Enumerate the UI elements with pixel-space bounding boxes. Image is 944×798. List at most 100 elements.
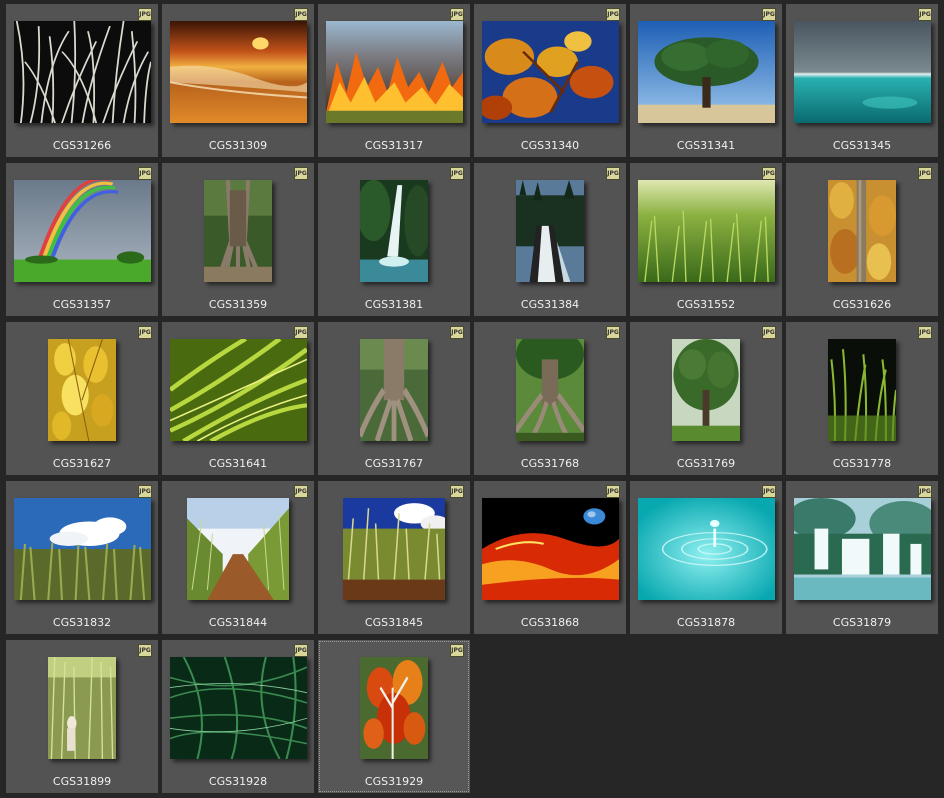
thumbnail-cell[interactable]: JPG CGS31626 bbox=[786, 163, 938, 316]
thumb-ocean bbox=[794, 21, 931, 123]
thumb-green-tree bbox=[672, 339, 740, 441]
thumbnail-cell[interactable]: JPG CGS31359 bbox=[162, 163, 314, 316]
thumb-waterfall-forest bbox=[516, 180, 584, 282]
thumb-lone-tree bbox=[638, 21, 775, 123]
thumb-roots-tree bbox=[516, 339, 584, 441]
thumb-water-drop bbox=[638, 498, 775, 600]
thumbnail-cell[interactable]: JPG CGS31641 bbox=[162, 322, 314, 475]
jpg-badge-icon: JPG bbox=[606, 326, 620, 339]
thumb-green-grass bbox=[638, 180, 775, 282]
thumbnail-label: CGS31345 bbox=[832, 139, 892, 152]
jpg-badge-icon: JPG bbox=[450, 167, 464, 180]
jpg-badge-icon: JPG bbox=[606, 485, 620, 498]
thumbnail-label: CGS31266 bbox=[52, 139, 112, 152]
jpg-badge-icon: JPG bbox=[450, 8, 464, 21]
thumbnail-cell[interactable]: JPG CGS31929 bbox=[318, 640, 470, 793]
thumbnail-label: CGS31381 bbox=[364, 298, 424, 311]
jpg-badge-icon: JPG bbox=[606, 8, 620, 21]
jpg-badge-icon: JPG bbox=[762, 167, 776, 180]
thumbnail-cell[interactable]: JPG CGS31345 bbox=[786, 4, 938, 157]
thumb-roots bbox=[360, 339, 428, 441]
thumbnail-label: CGS31768 bbox=[520, 457, 580, 470]
jpg-badge-icon: JPG bbox=[762, 485, 776, 498]
thumbnail-label: CGS31340 bbox=[520, 139, 580, 152]
jpg-badge-icon: JPG bbox=[138, 8, 152, 21]
thumbnail-cell[interactable]: JPG CGS31384 bbox=[474, 163, 626, 316]
jpg-badge-icon: JPG bbox=[918, 8, 932, 21]
thumb-dark-grass bbox=[828, 339, 896, 441]
jpg-badge-icon: JPG bbox=[294, 485, 308, 498]
thumb-cascade bbox=[794, 498, 931, 600]
thumbnail-label: CGS31879 bbox=[832, 616, 892, 629]
thumb-cane-sky bbox=[14, 498, 151, 600]
thumb-cane-blue bbox=[343, 498, 445, 600]
thumb-yellow-leaves bbox=[48, 339, 116, 441]
thumbnail-label: CGS31928 bbox=[208, 775, 268, 788]
thumbnail-cell[interactable]: JPG CGS31769 bbox=[630, 322, 782, 475]
thumb-autumn-leaves bbox=[482, 21, 619, 123]
thumbnail-label: CGS31317 bbox=[364, 139, 424, 152]
thumbnail-cell[interactable]: JPG CGS31845 bbox=[318, 481, 470, 634]
thumb-grass-blades bbox=[170, 339, 307, 441]
jpg-badge-icon: JPG bbox=[450, 485, 464, 498]
jpg-badge-icon: JPG bbox=[294, 644, 308, 657]
thumbnail-cell[interactable]: JPG CGS31899 bbox=[6, 640, 158, 793]
thumbnail-cell[interactable]: JPG CGS31309 bbox=[162, 4, 314, 157]
thumbnail-label: CGS31641 bbox=[208, 457, 268, 470]
thumb-grass-white bbox=[14, 21, 151, 123]
jpg-badge-icon: JPG bbox=[138, 485, 152, 498]
jpg-badge-icon: JPG bbox=[294, 167, 308, 180]
thumbnail-label: CGS31309 bbox=[208, 139, 268, 152]
jpg-badge-icon: JPG bbox=[606, 167, 620, 180]
thumbnail-label: CGS31626 bbox=[832, 298, 892, 311]
thumbnail-cell[interactable]: JPG CGS31778 bbox=[786, 322, 938, 475]
thumbnail-cell[interactable]: JPG CGS31868 bbox=[474, 481, 626, 634]
thumbnail-cell[interactable]: JPG CGS31552 bbox=[630, 163, 782, 316]
jpg-badge-icon: JPG bbox=[762, 326, 776, 339]
thumbnail-label: CGS31868 bbox=[520, 616, 580, 629]
jpg-badge-icon: JPG bbox=[450, 644, 464, 657]
thumbnail-cell[interactable]: JPG CGS31768 bbox=[474, 322, 626, 475]
thumbnail-label: CGS31899 bbox=[52, 775, 112, 788]
jpg-badge-icon: JPG bbox=[138, 644, 152, 657]
thumb-lava-planet bbox=[482, 498, 619, 600]
thumbnail-label: CGS31878 bbox=[676, 616, 736, 629]
thumbnail-cell[interactable]: JPG CGS31832 bbox=[6, 481, 158, 634]
jpg-badge-icon: JPG bbox=[918, 326, 932, 339]
thumbnail-label: CGS31845 bbox=[364, 616, 424, 629]
thumbnail-cell[interactable]: JPG CGS31266 bbox=[6, 4, 158, 157]
thumbnail-cell[interactable]: JPG CGS31341 bbox=[630, 4, 782, 157]
thumbnail-label: CGS31552 bbox=[676, 298, 736, 311]
thumbnail-label: CGS31778 bbox=[832, 457, 892, 470]
thumbnail-cell[interactable]: JPG CGS31844 bbox=[162, 481, 314, 634]
thumbnail-label: CGS31357 bbox=[52, 298, 112, 311]
thumbnail-cell[interactable]: JPG CGS31357 bbox=[6, 163, 158, 316]
jpg-badge-icon: JPG bbox=[138, 326, 152, 339]
jpg-badge-icon: JPG bbox=[294, 326, 308, 339]
thumbnail-grid: JPG CGS31266 JPG CGS31309 JPG CGS31317 JPG … bbox=[0, 0, 944, 798]
thumbnail-label: CGS31627 bbox=[52, 457, 112, 470]
thumb-yellow-forest bbox=[828, 180, 896, 282]
jpg-badge-icon: JPG bbox=[138, 167, 152, 180]
thumb-sunset-beach bbox=[170, 21, 307, 123]
thumbnail-cell[interactable]: JPG CGS31317 bbox=[318, 4, 470, 157]
thumbnail-label: CGS31832 bbox=[52, 616, 112, 629]
thumbnail-cell[interactable]: JPG CGS31767 bbox=[318, 322, 470, 475]
thumbnail-label: CGS31359 bbox=[208, 298, 268, 311]
thumb-cane-worker bbox=[48, 657, 116, 759]
thumbnail-cell[interactable]: JPG CGS31879 bbox=[786, 481, 938, 634]
thumbnail-label: CGS31384 bbox=[520, 298, 580, 311]
jpg-badge-icon: JPG bbox=[450, 326, 464, 339]
jpg-badge-icon: JPG bbox=[294, 8, 308, 21]
thumbnail-cell[interactable]: JPG CGS31627 bbox=[6, 322, 158, 475]
thumb-rainbow bbox=[14, 180, 151, 282]
thumbnail-cell[interactable]: JPG CGS31928 bbox=[162, 640, 314, 793]
thumbnail-cell[interactable]: JPG CGS31340 bbox=[474, 4, 626, 157]
thumbnail-cell[interactable]: JPG CGS31878 bbox=[630, 481, 782, 634]
thumb-waterfall bbox=[360, 180, 428, 282]
thumb-cane-road bbox=[187, 498, 289, 600]
thumbnail-label: CGS31929 bbox=[364, 775, 424, 788]
thumbnail-cell[interactable]: JPG CGS31381 bbox=[318, 163, 470, 316]
thumbnail-label: CGS31844 bbox=[208, 616, 268, 629]
jpg-badge-icon: JPG bbox=[918, 485, 932, 498]
